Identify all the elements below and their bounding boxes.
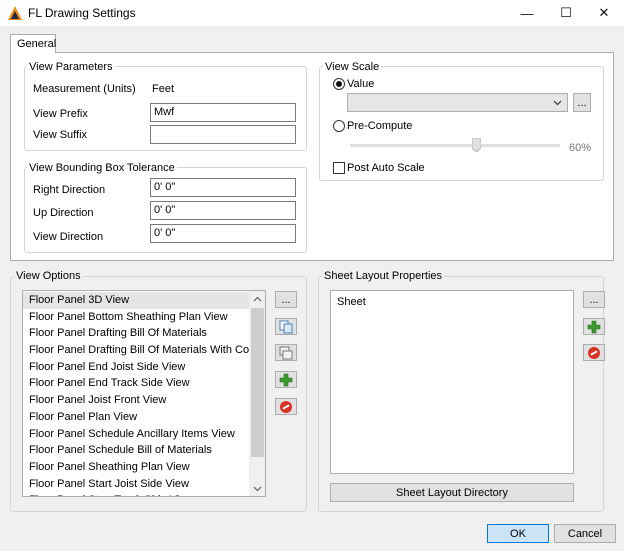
clone-icon: [279, 346, 293, 359]
remove-sheet-button[interactable]: [583, 344, 605, 361]
precompute-label: Pre-Compute: [347, 120, 413, 132]
view-prefix-label: View Prefix: [33, 108, 88, 120]
scale-value-combobox[interactable]: [347, 93, 568, 112]
up-direction-label: Up Direction: [33, 207, 94, 219]
title-bar: FL Drawing Settings — ☐ ✕: [0, 0, 624, 26]
minimize-icon: —: [520, 5, 534, 21]
minimize-button[interactable]: —: [510, 0, 544, 26]
list-item[interactable]: Floor Panel Plan View: [23, 409, 249, 426]
view-options-scrollbar[interactable]: [249, 291, 265, 496]
view-suffix-label: View Suffix: [33, 129, 88, 141]
add-sheet-button[interactable]: [583, 318, 605, 335]
view-direction-label: View Direction: [33, 231, 104, 243]
view-scale-title: View Scale: [323, 61, 382, 73]
close-icon: ✕: [598, 5, 610, 20]
view-options-items: Floor Panel 3D View Floor Panel Bottom Sh…: [23, 292, 265, 496]
maximize-icon: ☐: [560, 5, 572, 20]
sheet-layout-items: Sheet: [331, 294, 571, 311]
view-options-list[interactable]: Floor Panel 3D View Floor Panel Bottom Sh…: [22, 290, 266, 497]
tab-general[interactable]: General: [10, 34, 56, 53]
list-item[interactable]: Floor Panel Start Joist Side View: [23, 476, 249, 493]
list-item[interactable]: Floor Panel Joist Front View: [23, 392, 249, 409]
paste-view-button[interactable]: [275, 344, 297, 361]
remove-view-button[interactable]: [275, 398, 297, 415]
view-options-scroll-thumb[interactable]: [251, 308, 264, 457]
remove-icon: [588, 346, 600, 359]
view-direction-input[interactable]: 0' 0": [150, 224, 296, 243]
add-icon: [587, 320, 601, 333]
remove-icon: [280, 400, 292, 413]
app-logo-icon: [8, 6, 22, 20]
ok-button[interactable]: OK: [487, 524, 549, 543]
list-item[interactable]: Floor Panel End Joist Side View: [23, 359, 249, 376]
list-item[interactable]: Floor Panel Schedule Bill of Materials: [23, 442, 249, 459]
add-view-button[interactable]: [275, 371, 297, 388]
copy-view-button[interactable]: [275, 318, 297, 335]
sheet-layout-list[interactable]: Sheet: [330, 290, 574, 474]
copy-icon: [279, 320, 293, 333]
view-options-title: View Options: [14, 270, 83, 282]
chevron-down-icon: [553, 100, 562, 106]
view-suffix-input[interactable]: [150, 125, 296, 144]
view-prefix-input[interactable]: Mwf: [150, 103, 296, 122]
sheet-layout-more-button[interactable]: ...: [583, 291, 605, 308]
precompute-slider-value: 60%: [569, 142, 592, 154]
view-parameters-title: View Parameters: [27, 61, 115, 73]
list-item[interactable]: Floor Panel End Track Side View: [23, 375, 249, 392]
cancel-button[interactable]: Cancel: [554, 524, 616, 543]
measurement-units-label: Measurement (Units): [33, 83, 136, 95]
scroll-down-icon[interactable]: [253, 486, 262, 492]
value-radio[interactable]: [333, 78, 345, 90]
measurement-units-value: Feet: [152, 83, 175, 95]
list-item[interactable]: Floor Panel Schedule Ancillary Items Vie…: [23, 426, 249, 443]
scroll-up-icon[interactable]: [253, 296, 262, 302]
up-direction-input[interactable]: 0' 0": [150, 201, 296, 220]
list-item[interactable]: Floor Panel Sheathing Plan View: [23, 459, 249, 476]
right-direction-input[interactable]: 0' 0": [150, 178, 296, 197]
add-icon: [279, 373, 293, 386]
precompute-slider-thumb[interactable]: [471, 137, 481, 153]
list-item[interactable]: Floor Panel Bottom Sheathing Plan View: [23, 309, 249, 326]
close-button[interactable]: ✕: [587, 0, 621, 26]
list-item[interactable]: Floor Panel Drafting Bill Of Materials W…: [23, 342, 265, 359]
list-item[interactable]: Floor Panel 3D View: [23, 292, 249, 309]
precompute-radio[interactable]: [333, 120, 345, 132]
view-options-more-button[interactable]: ...: [275, 291, 297, 308]
post-auto-scale-label: Post Auto Scale: [347, 162, 425, 174]
list-item[interactable]: Sheet: [331, 294, 571, 311]
sheet-layout-directory-button[interactable]: Sheet Layout Directory: [330, 483, 574, 502]
list-item[interactable]: Floor Panel Start Track Side View: [23, 492, 249, 496]
value-radio-label: Value: [347, 78, 375, 90]
precompute-slider-track[interactable]: [350, 144, 560, 147]
post-auto-scale-checkbox[interactable]: [333, 162, 345, 174]
bounding-box-title: View Bounding Box Tolerance: [27, 162, 177, 174]
list-item[interactable]: Floor Panel Drafting Bill Of Materials: [23, 325, 249, 342]
maximize-button[interactable]: ☐: [549, 0, 583, 26]
scale-browse-button[interactable]: ...: [573, 93, 591, 112]
right-direction-label: Right Direction: [33, 184, 106, 196]
sheet-layout-title: Sheet Layout Properties: [322, 270, 445, 282]
window-title: FL Drawing Settings: [28, 6, 136, 20]
